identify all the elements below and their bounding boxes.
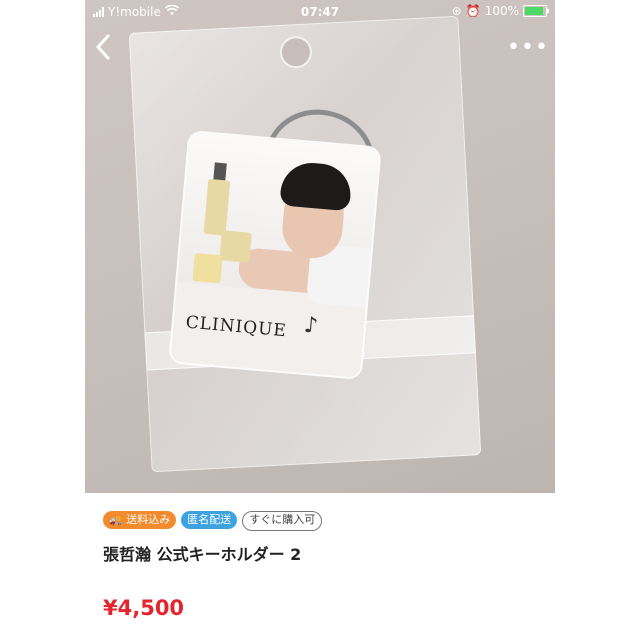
chevron-left-icon: [95, 34, 111, 67]
product-price: ¥4,500: [103, 596, 185, 620]
product-photo[interactable]: CLINIQUE ♪: [85, 0, 555, 493]
truck-icon: 🚚: [109, 513, 123, 526]
bag-hang-hole: [279, 35, 313, 70]
back-button[interactable]: [95, 34, 123, 62]
shipping-included-badge: 🚚 送料込み: [103, 511, 177, 529]
alarm-icon: ⏰: [465, 4, 481, 18]
battery-percent: 100%: [484, 4, 519, 18]
more-dots-icon: •••: [507, 35, 549, 60]
status-bar: Y!mobile 07:47 ⊛ ⏰ 100%: [85, 0, 555, 24]
product-title: 張哲瀚 公式キーホルダー 2: [103, 545, 302, 564]
signature-mark: ♪: [302, 312, 320, 339]
brand-logo-text: CLINIQUE: [184, 312, 288, 342]
battery-icon: [523, 5, 549, 17]
orientation-lock-icon: ⊛: [451, 4, 462, 18]
acrylic-keychain: CLINIQUE ♪: [170, 132, 380, 378]
buy-now-badge: すぐに購入可: [242, 511, 323, 531]
more-button[interactable]: •••: [507, 34, 548, 62]
badge-row: 🚚 送料込み 匿名配送 すぐに購入可: [103, 511, 323, 531]
item-detail-screen: CLINIQUE ♪ Y!mobile 07:47 ⊛ ⏰ 100% ••• 🚚…: [85, 0, 555, 640]
anonymous-shipping-badge: 匿名配送: [181, 511, 238, 529]
